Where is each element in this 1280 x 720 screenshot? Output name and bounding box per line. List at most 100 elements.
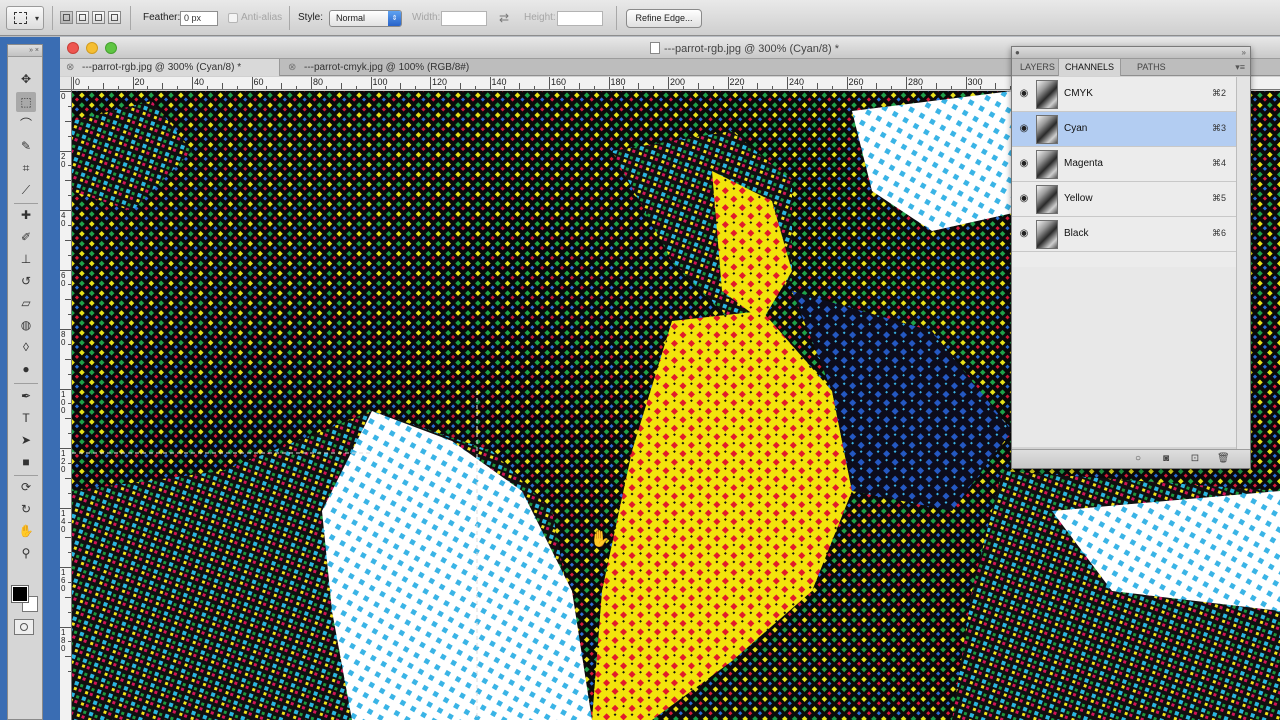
eye-icon[interactable]: ◉: [1018, 228, 1030, 240]
eyedropper-icon[interactable]: ⟋: [16, 180, 36, 200]
tool-preset-picker[interactable]: ▾: [6, 6, 44, 30]
ruler-minor-tick: [355, 86, 357, 89]
tab-paths[interactable]: PATHS: [1131, 59, 1172, 76]
eye-icon[interactable]: ◉: [1018, 88, 1030, 100]
height-input[interactable]: [557, 11, 603, 26]
tab-parrot-rgb[interactable]: ⊗ ---parrot-rgb.jpg @ 300% (Cyan/8) *: [60, 59, 280, 76]
close-tab-icon[interactable]: ⊗: [66, 59, 74, 76]
marquee-icon: [14, 12, 27, 24]
clone-stamp-icon[interactable]: ⊥: [16, 249, 36, 269]
shape-icon[interactable]: ■: [16, 452, 36, 472]
move-icon[interactable]: ✥: [16, 69, 36, 89]
intersect-selection-button[interactable]: [108, 11, 121, 24]
subtract-from-selection-button[interactable]: [92, 11, 105, 24]
expand-panel-icon[interactable]: »: [1242, 48, 1246, 57]
tools-panel-header[interactable]: » ×: [8, 45, 42, 57]
zoom-window-button[interactable]: [105, 42, 117, 54]
collapse-panel-icon[interactable]: ●: [1015, 48, 1020, 57]
channel-row-cyan[interactable]: ◉ Cyan ⌘3: [1012, 112, 1236, 147]
new-selection-button[interactable]: [60, 11, 73, 24]
dodge-icon[interactable]: ●: [16, 359, 36, 379]
ruler-minor-tick: [772, 86, 774, 89]
blur-icon[interactable]: ◊: [16, 337, 36, 357]
ruler-minor-tick: [65, 358, 71, 360]
ruler-minor-tick: [68, 314, 71, 316]
channel-row-cmyk[interactable]: ◉ CMYK ⌘2: [1012, 77, 1236, 112]
spot-healing-icon[interactable]: ✚: [16, 205, 36, 225]
divider: [14, 203, 38, 204]
quick-mask-button[interactable]: [14, 619, 34, 635]
tab-parrot-cmyk[interactable]: ⊗ ---parrot-cmyk.jpg @ 100% (RGB/8#): [282, 59, 512, 76]
document-icon: [650, 42, 660, 54]
brush-icon[interactable]: ✐: [16, 227, 36, 247]
history-brush-icon[interactable]: ↺: [16, 271, 36, 291]
divider: [289, 6, 290, 30]
vertical-ruler[interactable]: 0 20 40 60 80 100 120 140 160 180: [60, 90, 72, 720]
tab-layers[interactable]: LAYERS: [1014, 59, 1061, 76]
panel-header[interactable]: ● »: [1012, 47, 1250, 59]
panel-tabs: LAYERS CHANNELS PATHS ▾≡: [1012, 59, 1250, 76]
eye-icon[interactable]: ◉: [1018, 123, 1030, 135]
hand-icon[interactable]: ✋: [16, 521, 36, 541]
3d-orbit-icon[interactable]: ↻: [16, 499, 36, 519]
ruler-minor-tick: [504, 86, 506, 89]
channel-name: Cyan: [1064, 123, 1088, 134]
style-select[interactable]: Normal ⇕: [329, 10, 402, 27]
eye-icon[interactable]: ◉: [1018, 193, 1030, 205]
path-selection-icon[interactable]: ➤: [16, 430, 36, 450]
close-tab-icon[interactable]: ⊗: [288, 59, 296, 76]
gradient-icon[interactable]: ◍: [16, 315, 36, 335]
add-to-selection-button[interactable]: [76, 11, 89, 24]
crop-icon[interactable]: ⌗: [16, 158, 36, 178]
channel-row-black[interactable]: ◉ Black ⌘6: [1012, 217, 1236, 252]
new-channel-icon[interactable]: ⊡: [1189, 453, 1201, 465]
quick-selection-icon[interactable]: ✎: [16, 136, 36, 156]
swap-dimensions-icon[interactable]: ⇄: [499, 11, 509, 25]
panel-scrollbar[interactable]: [1236, 77, 1250, 468]
ruler-minor-tick: [801, 86, 803, 89]
channel-name: Black: [1064, 228, 1089, 239]
rectangular-marquee-icon[interactable]: ⬚: [16, 92, 36, 112]
ruler-minor-tick: [65, 537, 71, 539]
ruler-minor-tick: [444, 86, 446, 89]
minimize-window-button[interactable]: [86, 42, 98, 54]
ruler-minor-tick: [162, 83, 164, 89]
width-input[interactable]: [441, 11, 487, 26]
zoom-icon[interactable]: ⚲: [16, 543, 36, 563]
ruler-minor-tick: [757, 83, 759, 89]
ruler-minor-tick: [697, 83, 699, 89]
pen-icon[interactable]: ✒: [16, 386, 36, 406]
ruler-origin[interactable]: [60, 77, 72, 90]
ruler-label: 80: [313, 77, 324, 87]
lasso-icon[interactable]: ⌒: [16, 114, 36, 134]
close-window-button[interactable]: [67, 42, 79, 54]
ruler-minor-tick: [177, 86, 179, 89]
window-title: ---parrot-rgb.jpg @ 300% (Cyan/8) *: [650, 42, 839, 55]
ruler-minor-tick: [742, 86, 744, 89]
style-label: Style:: [298, 12, 324, 23]
3d-rotate-icon[interactable]: ⟳: [16, 477, 36, 497]
feather-input[interactable]: 0 px: [180, 11, 218, 26]
panel-menu-icon[interactable]: ▾≡: [1235, 62, 1245, 73]
ruler-minor-tick: [68, 343, 71, 345]
eye-icon[interactable]: ◉: [1018, 158, 1030, 170]
ruler-minor-tick: [68, 254, 71, 256]
foreground-color-swatch[interactable]: [11, 585, 29, 603]
ruler-minor-tick: [593, 86, 595, 89]
delete-channel-icon[interactable]: 🗑: [1217, 453, 1230, 465]
tab-channels[interactable]: CHANNELS: [1058, 59, 1122, 76]
ruler-minor-tick: [296, 86, 298, 89]
ruler-minor-tick: [385, 86, 387, 89]
channel-row-yellow[interactable]: ◉ Yellow ⌘5: [1012, 182, 1236, 217]
channel-row-magenta[interactable]: ◉ Magenta ⌘4: [1012, 147, 1236, 182]
refine-edge-button[interactable]: Refine Edge...: [626, 9, 702, 28]
save-selection-icon[interactable]: ◙: [1160, 453, 1172, 465]
load-selection-icon[interactable]: ○: [1132, 453, 1144, 465]
ruler-minor-tick: [68, 403, 71, 405]
height-label: Height:: [524, 12, 556, 23]
ruler-minor-tick: [950, 86, 952, 89]
antialias-checkbox[interactable]: [228, 13, 238, 23]
ruler-minor-tick: [68, 581, 71, 583]
eraser-icon[interactable]: ▱: [16, 293, 36, 313]
type-icon[interactable]: T: [16, 408, 36, 428]
